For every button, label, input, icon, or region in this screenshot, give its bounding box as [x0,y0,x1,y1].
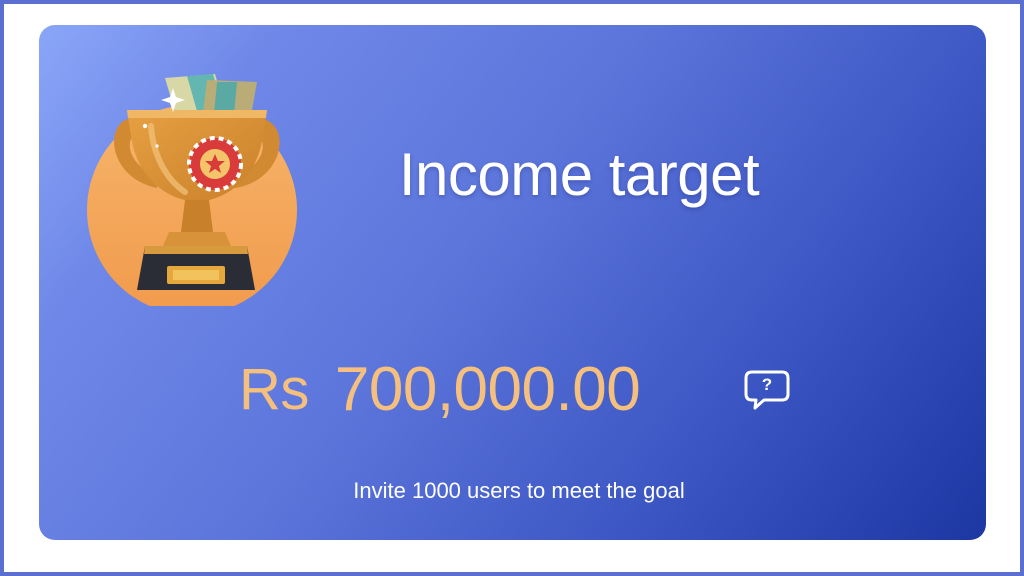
goal-caption: Invite 1000 users to meet the goal [353,478,685,503]
trophy-icon [87,60,313,306]
help-bubble-icon[interactable]: ? [744,370,790,410]
page-title: Income target [398,141,760,208]
amount-value: 700,000.00 [334,355,641,424]
income-target-card: Income target Rs 700,000.00 ? Invite 100… [39,25,986,540]
income-amount: Rs 700,000.00 [239,355,641,425]
currency-label: Rs [239,357,309,422]
